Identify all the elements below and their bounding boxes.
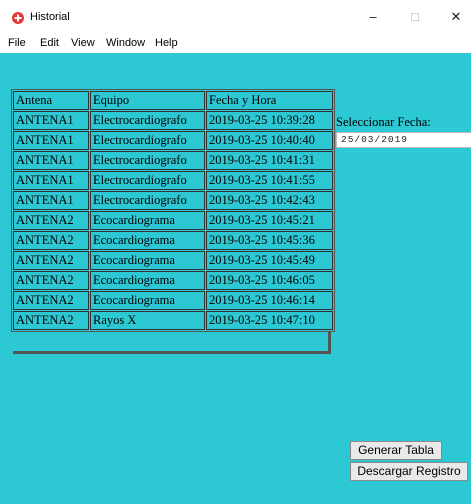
date-input[interactable]: 25/03/2019	[336, 132, 471, 148]
cell-antena: ANTENA1	[13, 111, 89, 130]
menu-help[interactable]: Help	[155, 37, 178, 49]
cell-antena: ANTENA2	[13, 291, 89, 310]
cell-equipo: Electrocardiografo	[90, 151, 205, 170]
table-row: ANTENA2 Ecocardiograma 2019-03-25 10:45:49	[13, 251, 333, 270]
table-row: ANTENA2 Ecocardiograma 2019-03-25 10:46:14	[13, 291, 333, 310]
cell-antena: ANTENA1	[13, 131, 89, 150]
header-fecha-hora: Fecha y Hora	[206, 91, 333, 110]
cell-fecha-hora: 2019-03-25 10:40:40	[206, 131, 333, 150]
menu-view[interactable]: View	[71, 37, 95, 49]
cell-fecha-hora: 2019-03-25 10:42:43	[206, 191, 333, 210]
cell-antena: ANTENA2	[13, 311, 89, 330]
cell-fecha-hora: 2019-03-25 10:46:14	[206, 291, 333, 310]
cell-equipo: Ecocardiograma	[90, 271, 205, 290]
table-row: ANTENA1 Electrocardiografo 2019-03-25 10:4…	[13, 131, 333, 150]
cell-antena: ANTENA1	[13, 171, 89, 190]
select-date-label: Seleccionar Fecha:	[336, 115, 431, 129]
generate-table-button[interactable]: Generar Tabla	[350, 441, 442, 460]
historial-window: Historial – □ ✕ File Edit View Window He…	[0, 0, 471, 504]
cell-fecha-hora: 2019-03-25 10:46:05	[206, 271, 333, 290]
window-title: Historial	[30, 11, 70, 23]
cell-antena: ANTENA2	[13, 271, 89, 290]
table-row: ANTENA1 Electrocardiografo 2019-03-25 10:4…	[13, 151, 333, 170]
history-table: Antena Equipo Fecha y Hora ANTENA1 Electr…	[11, 89, 335, 332]
cell-fecha-hora: 2019-03-25 10:45:49	[206, 251, 333, 270]
cell-equipo: Ecocardiograma	[90, 211, 205, 230]
cell-fecha-hora: 2019-03-25 10:41:55	[206, 171, 333, 190]
cell-equipo: Ecocardiograma	[90, 291, 205, 310]
content-area: Antena Equipo Fecha y Hora ANTENA1 Electr…	[0, 53, 471, 504]
table-row: ANTENA1 Electrocardiografo 2019-03-25 10:4…	[13, 171, 333, 190]
cell-equipo: Electrocardiografo	[90, 171, 205, 190]
maximize-button[interactable]: □	[400, 6, 430, 28]
table-row: ANTENA2 Ecocardiograma 2019-03-25 10:45:36	[13, 231, 333, 250]
menu-bar: File Edit View Window Help	[0, 33, 471, 53]
minimize-button[interactable]: –	[358, 6, 388, 28]
cell-equipo: Ecocardiograma	[90, 231, 205, 250]
table-shadow-bottom	[13, 351, 331, 354]
table-row: ANTENA1 Electrocardiografo 2019-03-25 10:4…	[13, 191, 333, 210]
cell-equipo: Electrocardiografo	[90, 111, 205, 130]
cell-antena: ANTENA2	[13, 231, 89, 250]
red-cross-icon	[12, 12, 24, 24]
table-row: ANTENA1 Electrocardiografo 2019-03-25 10:3…	[13, 111, 333, 130]
cell-fecha-hora: 2019-03-25 10:39:28	[206, 111, 333, 130]
table-row: ANTENA2 Ecocardiograma 2019-03-25 10:45:21	[13, 211, 333, 230]
cell-antena: ANTENA1	[13, 151, 89, 170]
cell-fecha-hora: 2019-03-25 10:41:31	[206, 151, 333, 170]
title-bar: Historial – □ ✕	[0, 0, 471, 33]
header-equipo: Equipo	[90, 91, 205, 110]
cell-equipo: Ecocardiograma	[90, 251, 205, 270]
cell-fecha-hora: 2019-03-25 10:45:21	[206, 211, 333, 230]
table-row: ANTENA2 Ecocardiograma 2019-03-25 10:46:05	[13, 271, 333, 290]
cell-antena: ANTENA1	[13, 191, 89, 210]
menu-file[interactable]: File	[8, 37, 26, 49]
header-antena: Antena	[13, 91, 89, 110]
cell-equipo: Electrocardiografo	[90, 191, 205, 210]
cell-equipo: Rayos X	[90, 311, 205, 330]
cell-antena: ANTENA2	[13, 211, 89, 230]
cell-fecha-hora: 2019-03-25 10:45:36	[206, 231, 333, 250]
close-button[interactable]: ✕	[441, 6, 471, 28]
table-header-row: Antena Equipo Fecha y Hora	[13, 91, 333, 110]
table-row: ANTENA2 Rayos X 2019-03-25 10:47:10	[13, 311, 333, 330]
cell-equipo: Electrocardiografo	[90, 131, 205, 150]
menu-window[interactable]: Window	[106, 37, 145, 49]
cell-antena: ANTENA2	[13, 251, 89, 270]
menu-edit[interactable]: Edit	[40, 37, 59, 49]
download-log-button[interactable]: Descargar Registro	[350, 462, 468, 481]
cell-fecha-hora: 2019-03-25 10:47:10	[206, 311, 333, 330]
